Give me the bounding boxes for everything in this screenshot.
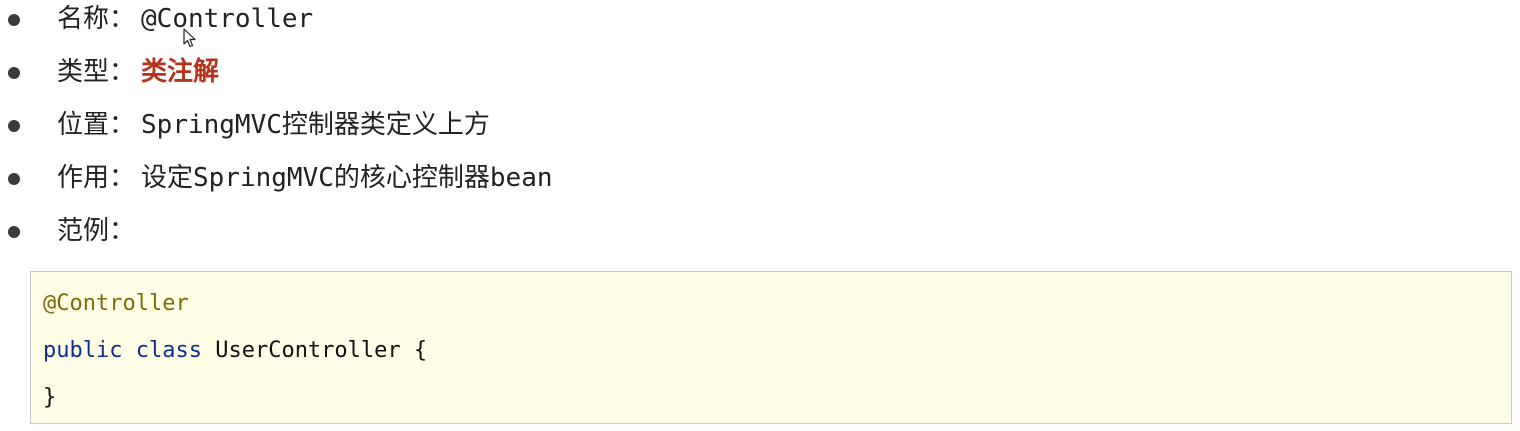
item-colon: ： (109, 216, 136, 246)
list-item-type: 类型： 类注解 (0, 53, 1000, 93)
item-colon: ： (109, 4, 136, 34)
list-item-position: 位置： SpringMVC控制器类定义上方 (0, 106, 1000, 146)
code-keyword-class: class (135, 338, 202, 363)
list-item-purpose: 作用： 设定SpringMVC的核心控制器bean (0, 159, 1000, 199)
item-text: 位置： SpringMVC控制器类定义上方 (57, 108, 490, 142)
item-value: @Controller (141, 4, 314, 34)
code-annotation: @Controller (43, 291, 189, 316)
bullet-dot-icon (8, 67, 20, 79)
list-item-name: 名称： @Controller (0, 0, 1000, 40)
item-colon: ： (109, 163, 136, 193)
item-label: 名称 (57, 4, 110, 34)
bullet-dot-icon (8, 173, 20, 185)
item-label: 位置 (57, 110, 110, 140)
code-line-class-declaration: public class UserController { (43, 336, 427, 366)
bullet-dot-icon (8, 226, 20, 238)
mouse-cursor-icon (183, 28, 196, 48)
code-class-name: UserController { (215, 338, 428, 363)
item-colon: ： (109, 57, 136, 87)
list-item-example: 范例： (0, 212, 1000, 252)
code-line-annotation: @Controller (43, 289, 189, 319)
item-value: 类注解 (141, 57, 220, 87)
item-label: 作用 (57, 163, 110, 193)
code-line-closing-brace: } (43, 383, 56, 413)
item-label: 范例 (57, 216, 110, 246)
code-closing-brace: } (43, 385, 57, 410)
code-keyword-public: public (43, 338, 123, 363)
bullet-dot-icon (8, 120, 20, 132)
item-value: 设定SpringMVC的核心控制器bean (141, 163, 553, 193)
item-label: 类型 (57, 57, 110, 87)
bullet-dot-icon (8, 14, 20, 26)
item-colon: ： (109, 110, 136, 140)
code-example-block: @Controller public class UserController … (30, 271, 1512, 424)
item-text: 类型： 类注解 (57, 55, 219, 89)
item-value: SpringMVC控制器类定义上方 (141, 110, 490, 140)
item-text: 范例： (57, 214, 141, 248)
item-text: 作用： 设定SpringMVC的核心控制器bean (57, 161, 553, 195)
